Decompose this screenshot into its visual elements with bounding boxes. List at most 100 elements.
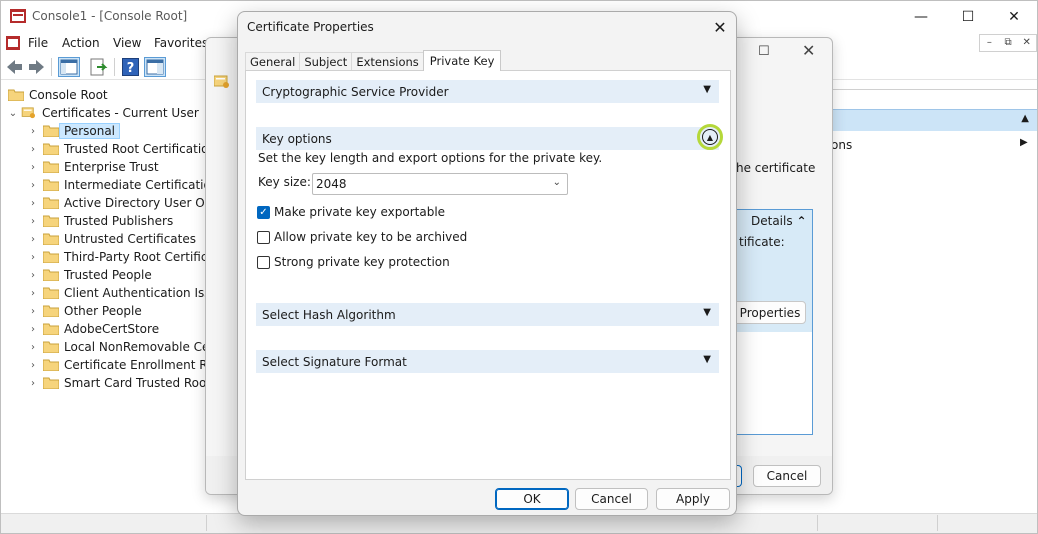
maximize-icon[interactable]: ☐ bbox=[758, 44, 770, 59]
system-menu-icon[interactable] bbox=[5, 35, 21, 51]
collapse-up-icon[interactable]: ▲ bbox=[1021, 113, 1029, 124]
tab-extensions[interactable]: Extensions bbox=[351, 52, 424, 71]
tree-node-console-root[interactable]: Console Root bbox=[6, 86, 108, 104]
tree-node-store-folder[interactable]: › Trusted Root Certification A bbox=[26, 140, 207, 158]
menu-favorites[interactable]: Favorites bbox=[154, 36, 208, 50]
chevron-right-icon[interactable]: › bbox=[26, 198, 40, 209]
maximize-button[interactable]: ☐ bbox=[945, 1, 991, 32]
folder-icon bbox=[43, 341, 59, 353]
tree-node-certificates-store[interactable]: ⌄ Certificates - Current User bbox=[6, 104, 199, 122]
tree-node-store-folder[interactable]: › Enterprise Trust bbox=[26, 158, 159, 176]
chevron-right-icon[interactable]: › bbox=[26, 360, 40, 371]
tree-node-store-folder[interactable]: › Active Directory User Objec bbox=[26, 194, 207, 212]
chevron-right-icon[interactable]: › bbox=[26, 162, 40, 173]
tree-node-store-folder[interactable]: › Other People bbox=[26, 302, 142, 320]
export-list-icon[interactable] bbox=[90, 58, 108, 76]
chevron-right-icon[interactable]: › bbox=[26, 306, 40, 317]
properties-button[interactable]: Properties bbox=[726, 301, 806, 324]
tree-node-store-folder[interactable]: › AdobeCertStore bbox=[26, 320, 159, 338]
close-button[interactable]: ✕ bbox=[991, 1, 1037, 32]
checkbox-label: Make private key exportable bbox=[274, 205, 446, 219]
cancel-button[interactable]: Cancel bbox=[753, 465, 821, 487]
chevron-right-icon[interactable]: › bbox=[26, 342, 40, 353]
tree-node-store-folder[interactable]: › Intermediate Certification A bbox=[26, 176, 207, 194]
tab-subject[interactable]: Subject bbox=[299, 52, 353, 71]
key-options-collapse-toggle[interactable]: ▲ bbox=[697, 124, 723, 150]
tree-node-store-folder[interactable]: › Client Authentication Issue bbox=[26, 284, 207, 302]
close-icon[interactable]: ✕ bbox=[802, 41, 815, 60]
exportable-checkbox-row[interactable]: ✓ Make private key exportable bbox=[257, 205, 445, 219]
exportable-checkbox[interactable]: ✓ bbox=[257, 205, 270, 219]
archive-checkbox-row[interactable]: Allow private key to be archived bbox=[257, 230, 467, 244]
show-hide-action-pane-icon[interactable] bbox=[144, 57, 166, 77]
section-hash-algorithm[interactable]: Select Hash Algorithm ▼ bbox=[256, 303, 719, 326]
chevron-right-icon[interactable]: › bbox=[26, 216, 40, 227]
status-bar bbox=[1, 513, 1037, 533]
tab-general[interactable]: General bbox=[245, 52, 301, 71]
back-arrow-icon[interactable] bbox=[6, 59, 23, 75]
key-size-dropdown[interactable]: 2048 ⌄ bbox=[312, 173, 568, 195]
key-size-label: Key size: bbox=[258, 175, 311, 189]
chevron-right-icon[interactable]: › bbox=[26, 288, 40, 299]
forward-arrow-icon[interactable] bbox=[28, 59, 45, 75]
chevron-down-icon[interactable]: ▼ bbox=[703, 307, 711, 318]
tab-strip: General Subject Extensions Private Key bbox=[245, 50, 502, 71]
status-bar-separator bbox=[937, 515, 938, 531]
tree-label: Certificate Enrollment Requ bbox=[64, 358, 207, 372]
minimize-button[interactable]: — bbox=[898, 1, 944, 32]
minimize-icon: — bbox=[914, 8, 928, 25]
section-title: Select Hash Algorithm bbox=[262, 307, 396, 322]
ok-button[interactable]: OK bbox=[495, 488, 569, 510]
help-icon[interactable]: ? bbox=[122, 58, 139, 76]
show-hide-tree-icon[interactable] bbox=[58, 57, 80, 77]
folder-icon bbox=[43, 215, 59, 227]
tree-node-store-folder[interactable]: › Trusted Publishers bbox=[26, 212, 173, 230]
chevron-right-icon[interactable]: › bbox=[26, 234, 40, 245]
section-key-options[interactable]: Key options bbox=[256, 127, 719, 150]
tree-node-store-folder[interactable]: › Untrusted Certificates bbox=[26, 230, 196, 248]
chevron-right-icon[interactable]: › bbox=[26, 324, 40, 335]
submenu-arrow-icon: ▶ bbox=[1020, 137, 1028, 148]
strong-protection-checkbox[interactable] bbox=[257, 255, 270, 269]
tree-node-store-folder[interactable]: › Local NonRemovable Certi bbox=[26, 338, 207, 356]
chevron-down-icon[interactable]: ▼ bbox=[703, 84, 711, 95]
tree-node-store-folder[interactable]: › Smart Card Trusted Roots bbox=[26, 374, 207, 392]
chevron-down-icon[interactable]: ▼ bbox=[703, 354, 711, 365]
strong-protection-checkbox-row[interactable]: Strong private key protection bbox=[257, 255, 450, 269]
dialog-close-button[interactable]: ✕ bbox=[708, 15, 732, 39]
cancel-button[interactable]: Cancel bbox=[575, 488, 648, 510]
archive-checkbox[interactable] bbox=[257, 230, 270, 244]
tree-node-store-folder[interactable]: › Trusted People bbox=[26, 266, 152, 284]
section-title: Key options bbox=[262, 131, 332, 146]
certificate-icon bbox=[214, 75, 229, 88]
tree-label: Personal bbox=[58, 123, 121, 139]
mdi-restore-button[interactable]: ⧉ bbox=[999, 35, 1018, 51]
tree-node-store-folder[interactable]: › Certificate Enrollment Requ bbox=[26, 356, 207, 374]
chevron-right-icon[interactable]: › bbox=[26, 126, 40, 137]
section-signature-format[interactable]: Select Signature Format ▼ bbox=[256, 350, 719, 373]
chevron-down-icon[interactable]: ⌄ bbox=[6, 108, 20, 119]
section-csp[interactable]: Cryptographic Service Provider ▼ bbox=[256, 80, 719, 103]
details-toggle[interactable]: Details ⌃ bbox=[751, 214, 807, 228]
details-content bbox=[736, 332, 812, 434]
menu-file[interactable]: File bbox=[28, 36, 48, 50]
mdi-close-button[interactable]: ✕ bbox=[1017, 35, 1036, 51]
maximize-icon: ☐ bbox=[961, 8, 975, 25]
apply-button[interactable]: Apply bbox=[656, 488, 730, 510]
tree-node-store-folder[interactable]: › Third-Party Root Certificati bbox=[26, 248, 207, 266]
chevron-right-icon[interactable]: › bbox=[26, 180, 40, 191]
chevron-right-icon[interactable]: › bbox=[26, 378, 40, 389]
folder-icon bbox=[43, 197, 59, 209]
tree-label: Trusted Root Certification A bbox=[64, 142, 207, 156]
tab-private-key[interactable]: Private Key bbox=[422, 50, 502, 71]
tree-node-store-folder[interactable]: › Personal bbox=[26, 122, 121, 140]
chevron-right-icon[interactable]: › bbox=[26, 144, 40, 155]
actions-item-label[interactable]: ons bbox=[831, 138, 852, 152]
chevron-right-icon[interactable]: › bbox=[26, 252, 40, 263]
mdi-minimize-button[interactable]: – bbox=[980, 35, 999, 51]
chevron-right-icon[interactable]: › bbox=[26, 270, 40, 281]
folder-icon bbox=[43, 125, 59, 137]
actions-header[interactable]: ▲ bbox=[831, 109, 1037, 131]
menu-action[interactable]: Action bbox=[62, 36, 100, 50]
menu-view[interactable]: View bbox=[113, 36, 141, 50]
